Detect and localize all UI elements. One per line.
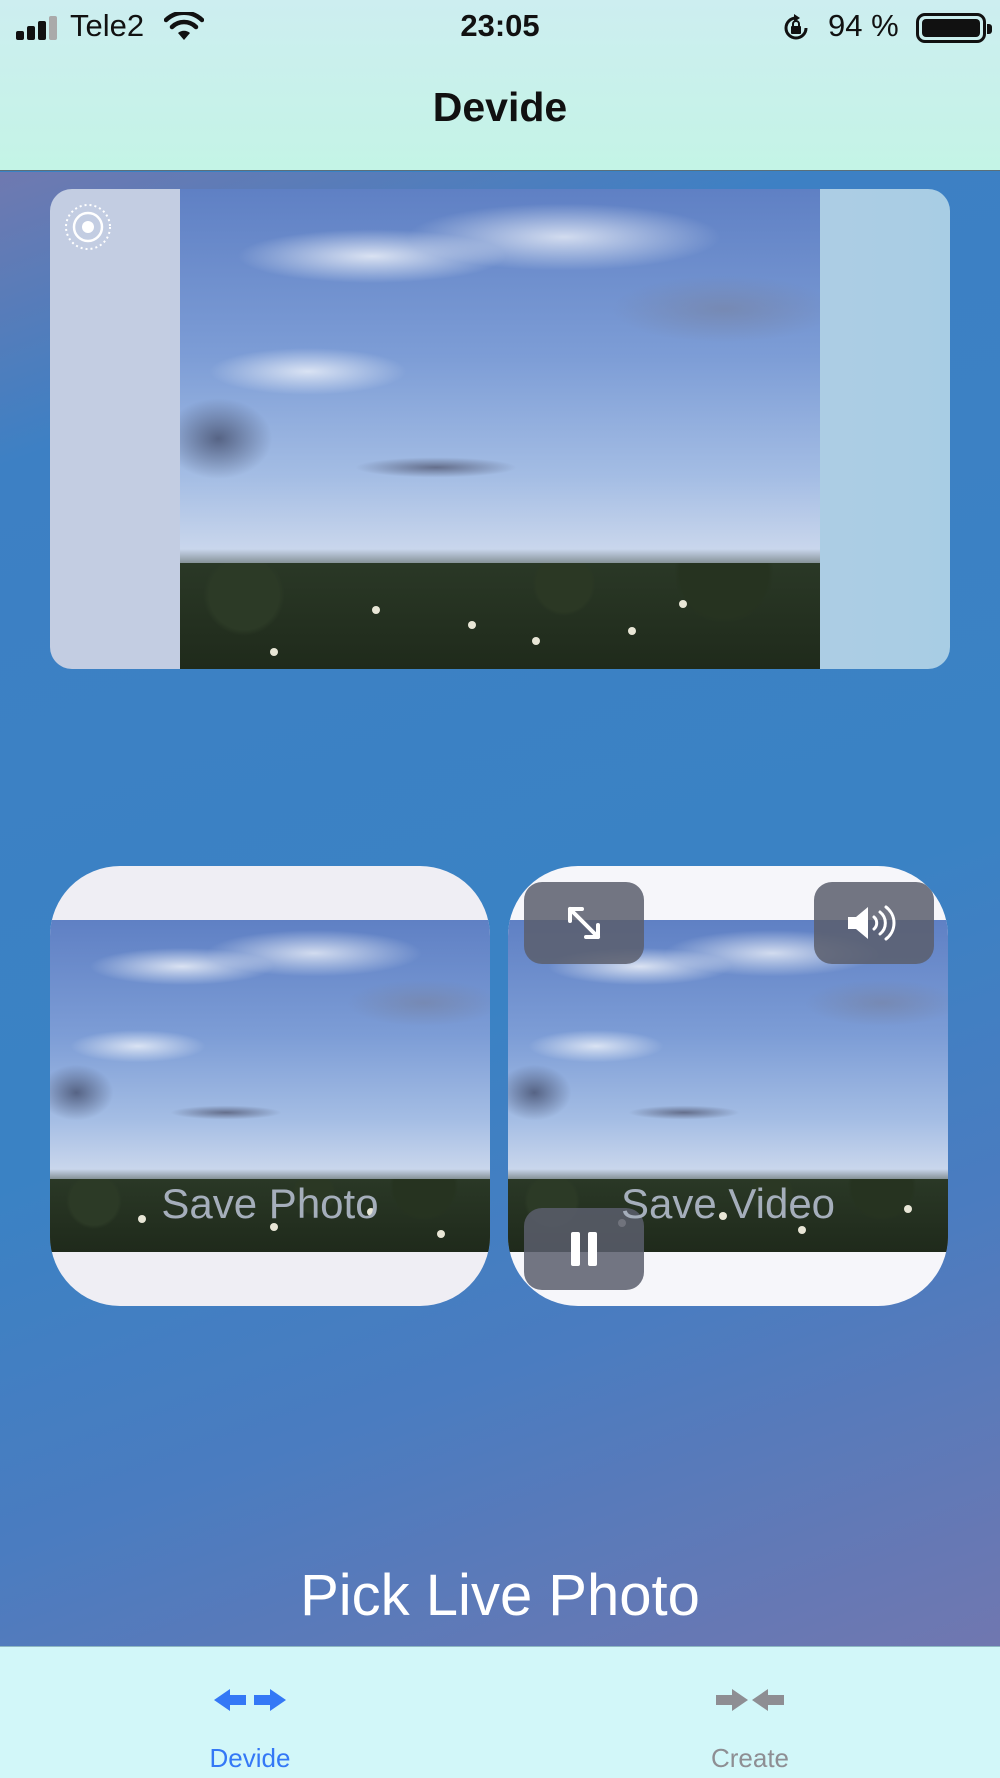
video-tile[interactable] [508,866,948,1306]
tab-create[interactable]: Create [500,1647,1000,1778]
tab-devide[interactable]: Devide [0,1647,500,1778]
pick-live-photo-button[interactable]: Pick Live Photo [0,1562,1000,1629]
pause-icon [571,1232,597,1266]
live-photo-preview[interactable] [50,189,950,669]
save-video-button[interactable]: Save Video [508,1180,948,1228]
photo-tile [50,866,490,1306]
top-bar: Tele2 23:05 94 % Devide [0,0,1000,171]
rotation-lock-icon [784,14,808,40]
arrows-together-icon [716,1689,784,1711]
battery-icon [916,13,992,43]
expand-icon [568,907,600,939]
live-photo-icon [65,204,111,250]
status-bar: Tele2 23:05 94 % [0,0,1000,56]
arrows-apart-icon [214,1689,286,1711]
save-photo-button[interactable]: Save Photo [50,1180,490,1228]
fullscreen-button[interactable] [524,882,644,964]
battery-percent: 94 % [828,8,899,43]
live-photo-image [180,189,820,669]
speaker-icon [848,905,896,941]
tab-devide-label: Devide [209,1743,291,1773]
main-area [0,172,1000,1646]
page-title: Devide [432,84,568,130]
tab-bar: Devide Create [0,1646,1000,1778]
tab-create-label: Create [710,1743,790,1773]
sound-button[interactable] [814,882,934,964]
